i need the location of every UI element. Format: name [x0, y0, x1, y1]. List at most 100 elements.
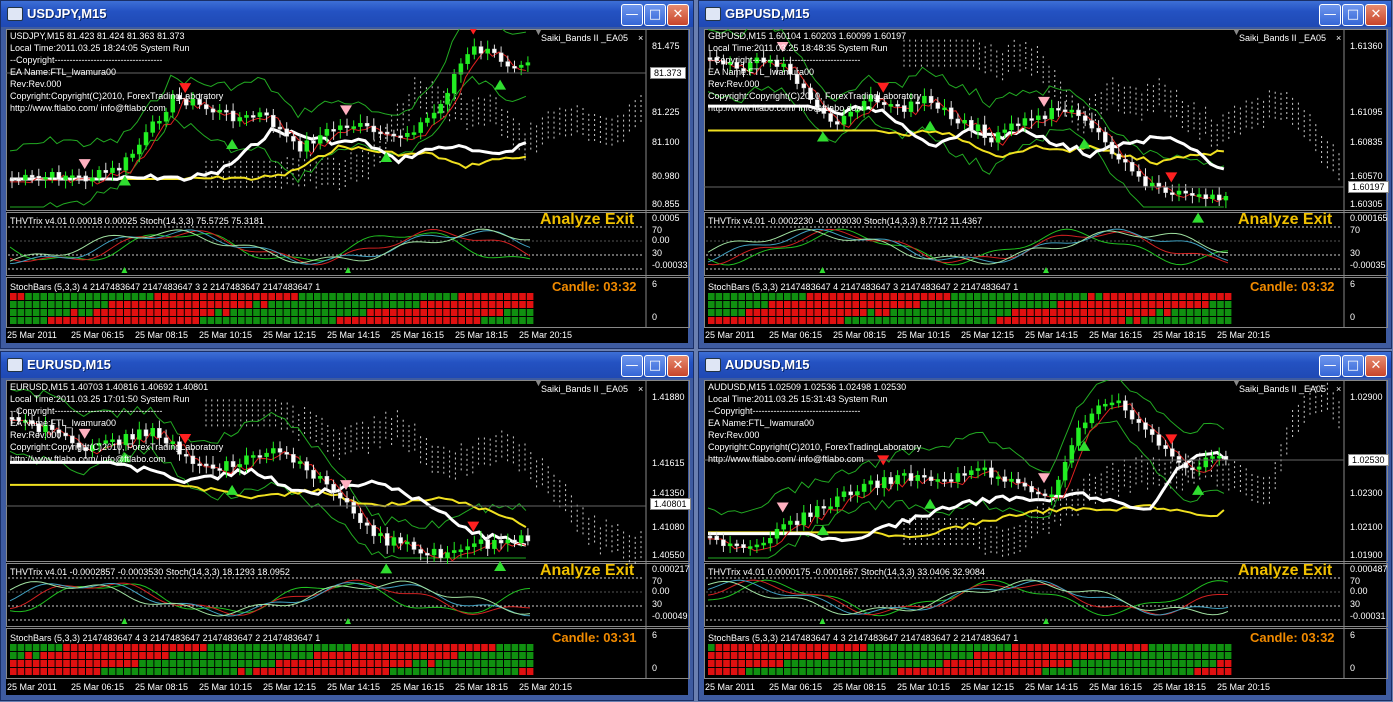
indicator-axis-label: 0.0005 — [652, 213, 680, 223]
window-titlebar[interactable]: GBPUSD,M15 — □ ✕ — [699, 1, 1391, 27]
minimize-button[interactable]: — — [1319, 355, 1341, 377]
candle-body — [1143, 176, 1148, 187]
stochbar-cell — [260, 309, 268, 316]
minimize-button[interactable]: — — [1319, 4, 1341, 26]
chart-area[interactable]: USDJPY,M15 81.423 81.424 81.363 81.373 Lo… — [6, 27, 690, 343]
stochbar-cell — [268, 301, 275, 308]
stochbar-cell — [222, 309, 230, 316]
window-titlebar[interactable]: EURUSD,M15— □ ✕ — [1, 352, 693, 378]
stochbar-cell — [238, 293, 245, 300]
stochbar-cell — [958, 317, 966, 324]
header-line: Copyright:Copyright(C)2010, ForexTrading… — [708, 442, 922, 452]
stochbar-cell — [40, 644, 47, 651]
indicator-line — [9, 229, 531, 266]
stochbar-cell — [1027, 644, 1034, 651]
stochbar-cell — [344, 309, 351, 316]
stochbar-cell — [245, 668, 253, 675]
candle-body — [217, 109, 222, 113]
window-titlebar[interactable]: AUDUSD,M15— □ ✕ — [699, 352, 1391, 378]
close-button[interactable]: ✕ — [1365, 4, 1387, 26]
stochbar-cell — [1126, 309, 1133, 316]
stochbar-cell — [336, 317, 344, 324]
maximize-button[interactable]: □ — [1342, 355, 1364, 377]
one-click-triangle-icon[interactable]: ▼ — [1232, 378, 1241, 389]
stochbar-cell — [738, 317, 745, 324]
stochbar-cell — [1034, 293, 1042, 300]
header-line: http://www.ftlabo.com/ info@ftlabo.com — [10, 103, 166, 113]
stochbar-cell — [397, 309, 405, 316]
stochbar-cell — [40, 652, 47, 659]
stochbar-cell — [776, 293, 783, 300]
stochbar-cell — [367, 301, 374, 308]
analyze-exit-label: Analyze Exit — [1238, 562, 1333, 579]
time-axis-label: 25 Mar 06:15 — [769, 330, 823, 340]
indicator-line — [707, 579, 1229, 616]
stochbar-cell — [806, 652, 814, 659]
stochbar-cell — [1126, 644, 1133, 651]
minimize-button[interactable]: — — [621, 4, 643, 26]
chart-area[interactable]: EURUSD,M15 1.40703 1.40816 1.40692 1.408… — [6, 378, 691, 695]
candle-body — [465, 54, 470, 64]
one-click-triangle-icon[interactable]: ▼ — [534, 378, 543, 389]
chart-window-audusd[interactable]: AUDUSD,M15— □ ✕ AUDUSD,M15 1.02509 1.02536 … — [698, 351, 1392, 701]
stochbar-cell — [1217, 668, 1224, 675]
chart-window-eurusd[interactable]: EURUSD,M15— □ ✕ EURUSD,M15 1.40703 1.40816 … — [0, 351, 694, 701]
one-click-triangle-icon[interactable]: ▼ — [534, 27, 543, 38]
stochbar-cell — [306, 317, 313, 324]
minimize-button[interactable]: — — [621, 355, 643, 377]
time-axis-label: 25 Mar 06:15 — [769, 682, 823, 692]
stochbar-cell — [730, 660, 738, 667]
chart-window-usdjpy[interactable]: USDJPY,M15— □ ✕ USDJPY,M15 81.423 81.424 81… — [0, 0, 694, 349]
chart-area[interactable]: AUDUSD,M15 1.02509 1.02536 1.02498 1.025… — [704, 378, 1389, 695]
stochbar-cell — [715, 309, 723, 316]
stochbar-cell — [207, 668, 215, 675]
stochbars-axis-label: 0 — [1350, 663, 1356, 673]
ea-close-icon[interactable]: × — [1336, 33, 1341, 44]
stochbar-cell — [405, 668, 412, 675]
stochbar-cell — [708, 293, 715, 300]
ea-close-icon[interactable]: × — [638, 384, 643, 395]
stochbar-cell — [1027, 317, 1034, 324]
candle-body — [63, 432, 68, 437]
stochbar-cell — [1186, 652, 1194, 659]
stochbar-cell — [450, 301, 458, 308]
candle-body — [378, 131, 383, 135]
stochbar-cell — [791, 317, 799, 324]
indicator-label: THVTrix v4.01 -0.0002230 -0.0003030 Stoc… — [708, 216, 983, 226]
candle-body — [49, 172, 55, 178]
stochbar-cell — [966, 309, 973, 316]
stochbar-cell — [875, 644, 882, 651]
stochbar-cell — [17, 309, 25, 316]
close-button[interactable]: ✕ — [1365, 355, 1387, 377]
stochbar-cell — [48, 668, 55, 675]
stochbar-cell — [63, 301, 70, 308]
ea-close-icon[interactable]: × — [1336, 384, 1341, 395]
stochbar-cell — [428, 317, 435, 324]
ea-close-icon[interactable]: × — [638, 33, 643, 44]
stochbar-cell — [723, 668, 730, 675]
stochbar-cell — [1171, 317, 1179, 324]
close-button[interactable]: ✕ — [667, 355, 689, 377]
stochbar-cell — [761, 668, 768, 675]
window-titlebar[interactable]: USDJPY,M15— □ ✕ — [1, 1, 693, 27]
candle-body — [237, 117, 243, 122]
candle-body — [224, 461, 229, 471]
stochbar-cell — [314, 660, 321, 667]
stochbar-cell — [268, 660, 275, 667]
stochbar-cell — [860, 317, 867, 324]
window-title: GBPUSD,M15 — [725, 6, 810, 21]
maximize-button[interactable]: □ — [1342, 4, 1364, 26]
close-button[interactable]: ✕ — [667, 4, 689, 26]
stochbar-cell — [1004, 668, 1011, 675]
stochbar-cell — [321, 668, 329, 675]
one-click-triangle-icon[interactable]: ▼ — [1232, 27, 1241, 38]
price-axis-label: 81.225 — [652, 107, 680, 117]
chart-area[interactable]: GBPUSD,M15 1.60104 1.60203 1.60099 1.601… — [704, 27, 1389, 343]
header-line: Rev:Rev.000 — [708, 79, 760, 89]
stochbar-cell — [55, 317, 63, 324]
maximize-button[interactable]: □ — [644, 4, 666, 26]
stochbar-cell — [55, 293, 63, 300]
maximize-button[interactable]: □ — [644, 355, 666, 377]
chart-window-gbpusd[interactable]: GBPUSD,M15 — □ ✕ GBPUSD,M15 1.60104 1.60203 … — [698, 0, 1392, 349]
stochbar-cell — [162, 317, 169, 324]
